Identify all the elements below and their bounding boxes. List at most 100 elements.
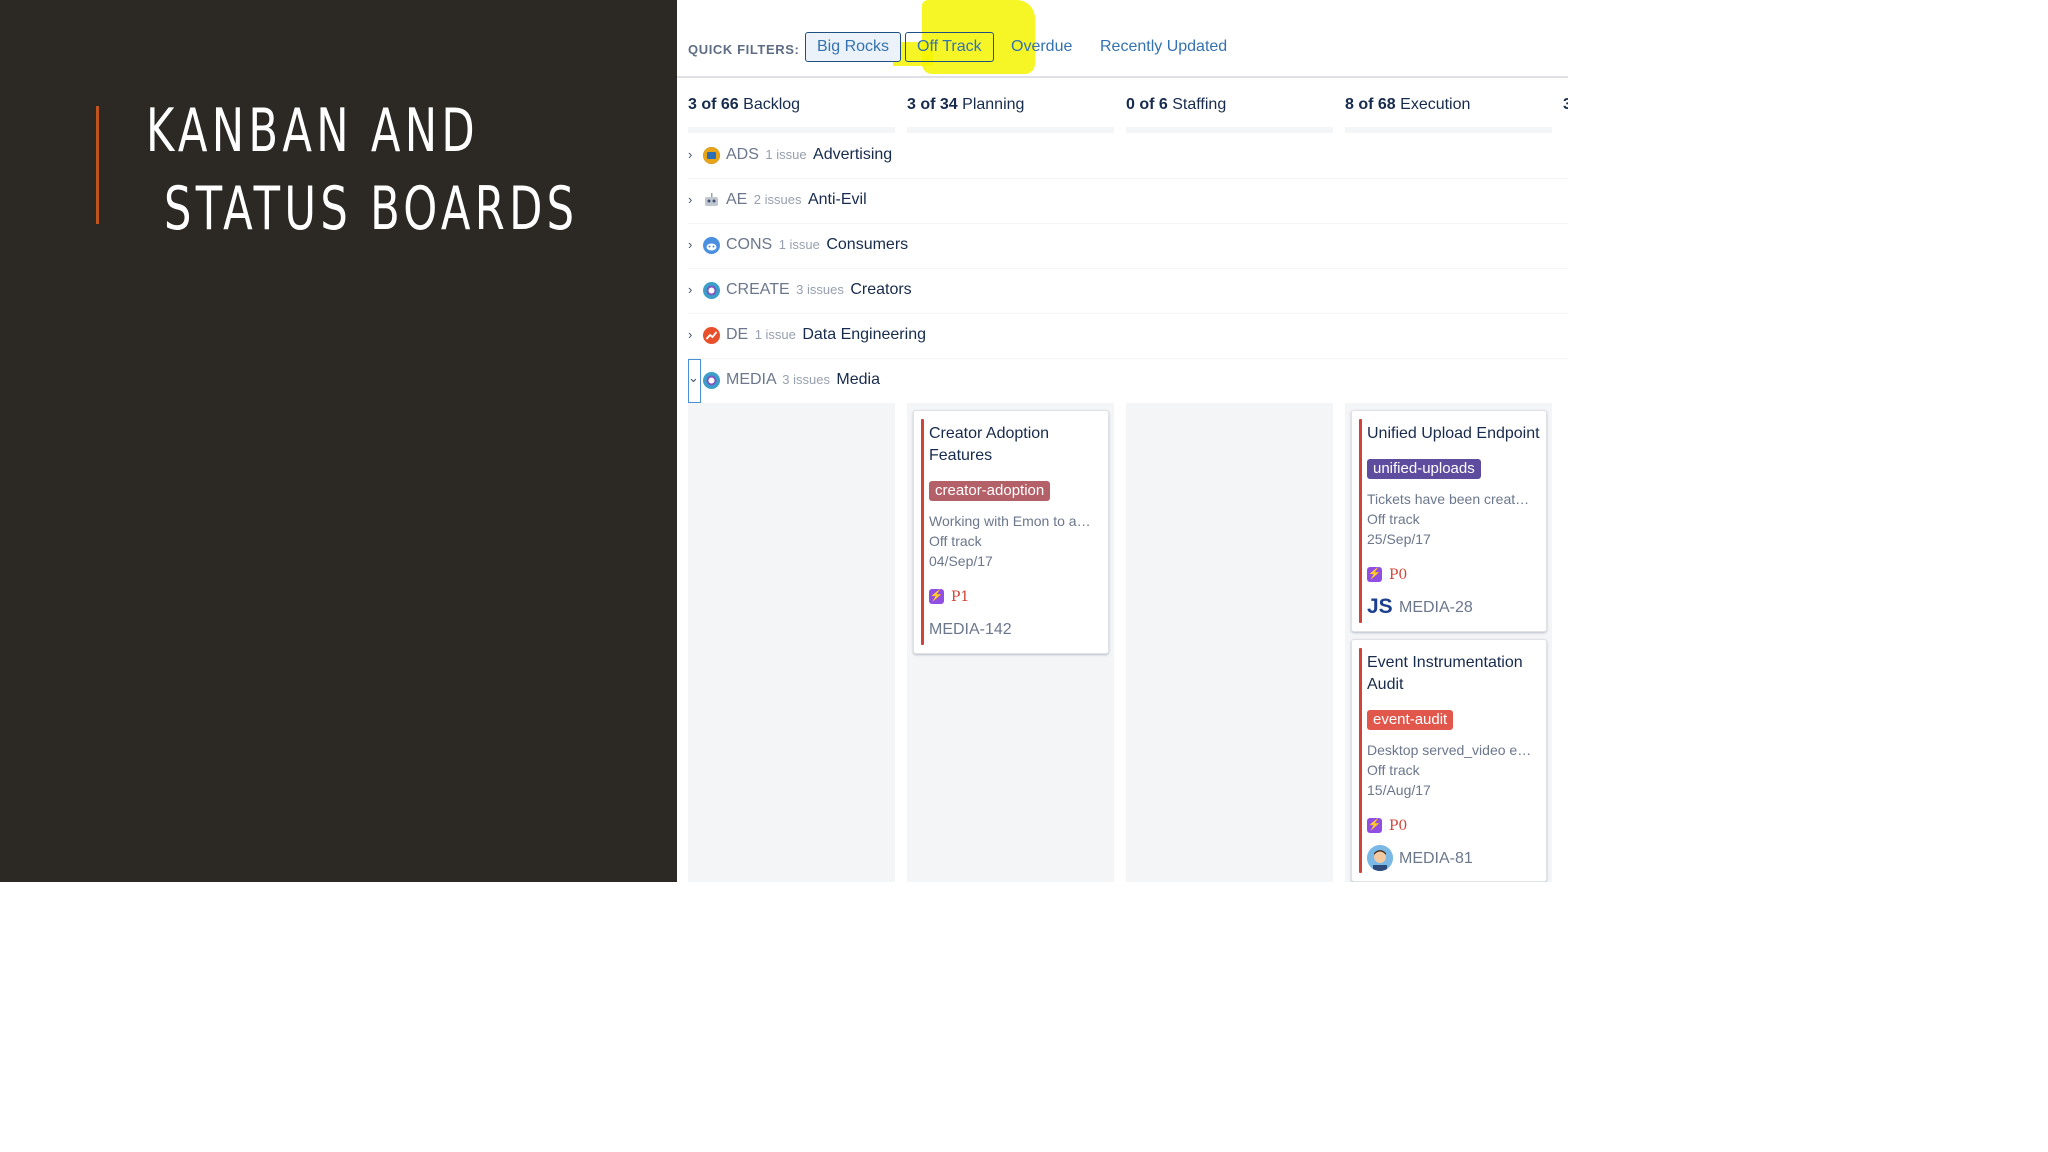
slide-title: KANBAN AND STATUS BOARDS: [146, 96, 579, 244]
project-key: CREATE: [726, 281, 790, 298]
row-divider: [688, 178, 1568, 179]
row-divider: [688, 313, 1568, 314]
column-header-execution[interactable]: 8 of 68 Execution: [1345, 96, 1470, 114]
filter-overdue[interactable]: Overdue: [1011, 38, 1072, 56]
alien-icon: [703, 237, 720, 254]
priority-bar: [1359, 419, 1362, 623]
priority-icon: ⚡: [1367, 818, 1382, 833]
column-staffing-cells: [1126, 403, 1333, 882]
issue-count: 3 issues: [796, 282, 844, 297]
priority-label: P0: [1389, 567, 1408, 583]
column-header-underline: [1345, 127, 1552, 133]
robot-icon: [703, 192, 720, 209]
column-count: 3 of 34: [907, 96, 958, 113]
issue-key[interactable]: MEDIA-28: [1399, 599, 1473, 617]
column-backlog-cells: [688, 403, 895, 882]
project-key: ADS: [726, 146, 759, 163]
column-name: Backlog: [743, 96, 801, 113]
column-count: 8 of 68: [1345, 96, 1396, 113]
column-name: Staffing: [1172, 96, 1227, 113]
issue-card[interactable]: Creator Adoption Features creator-adopti…: [913, 410, 1109, 654]
priority-icon: ⚡: [929, 589, 944, 604]
accent-bar: [96, 106, 99, 224]
swimlane-label: DE 1 issue Data Engineering: [726, 326, 926, 344]
user-face-icon[interactable]: [1367, 845, 1393, 871]
swimlane-label: MEDIA 3 issues Media: [726, 371, 880, 389]
kanban-board: QUICK FILTERS: Big Rocks Off Track Overd…: [677, 0, 1568, 882]
issue-card[interactable]: Event Instrumentation Audit event-audit …: [1351, 639, 1547, 882]
epic-label[interactable]: event-audit: [1367, 710, 1454, 730]
chevron-right-icon[interactable]: ›: [688, 282, 692, 297]
chevron-right-icon[interactable]: ›: [688, 327, 692, 342]
row-divider: [688, 223, 1568, 224]
project-name: Data Engineering: [802, 326, 926, 343]
card-date: 15/Aug/17: [1367, 782, 1431, 798]
issue-count: 1 issue: [765, 147, 807, 162]
chevron-right-icon[interactable]: ›: [688, 147, 692, 162]
epic-label[interactable]: unified-uploads: [1367, 459, 1481, 479]
column-header-planning[interactable]: 3 of 34 Planning: [907, 96, 1024, 114]
chart-icon: [703, 327, 720, 344]
card-status: Off track: [1367, 762, 1420, 778]
issue-key[interactable]: MEDIA-81: [1399, 850, 1473, 868]
card-date: 04/Sep/17: [929, 553, 993, 569]
column-header-staffing[interactable]: 0 of 6 Staffing: [1126, 96, 1226, 114]
swimlane-label: CREATE 3 issues Creators: [726, 281, 912, 299]
chevron-right-icon[interactable]: ›: [688, 237, 692, 252]
epic-label[interactable]: creator-adoption: [929, 481, 1051, 501]
issue-key[interactable]: MEDIA-142: [929, 621, 1012, 639]
swimlane-label: AE 2 issues Anti-Evil: [726, 191, 867, 209]
card-title: Creator Adoption Features: [929, 425, 1050, 464]
card-status: Off track: [1367, 511, 1420, 527]
column-header-underline: [1126, 127, 1333, 133]
project-key: CONS: [726, 236, 773, 253]
project-key: DE: [726, 326, 749, 343]
column-count: 3 of 66: [688, 96, 739, 113]
row-divider: [688, 268, 1568, 269]
header-divider: [677, 76, 1568, 78]
project-name: Anti-Evil: [807, 191, 867, 208]
card-status: Off track: [929, 533, 982, 549]
card-summary: Desktop served_video e…: [1367, 742, 1532, 758]
project-key: MEDIA: [726, 371, 776, 388]
project-name: Consumers: [826, 236, 909, 253]
card-title: Unified Upload Endpoint: [1367, 425, 1540, 442]
column-header-backlog[interactable]: 3 of 66 Backlog: [688, 96, 800, 114]
issue-card[interactable]: Unified Upload Endpoint unified-uploads …: [1351, 410, 1547, 632]
project-name: Media: [836, 371, 880, 388]
column-name: Planning: [962, 96, 1025, 113]
column-count: 3: [1563, 96, 1568, 113]
priority-bar: [921, 419, 924, 645]
column-header-next[interactable]: 3: [1563, 96, 1568, 114]
column-name: Execution: [1400, 96, 1471, 113]
chevron-down-icon[interactable]: ⌄: [688, 370, 699, 386]
quick-filters-bar: QUICK FILTERS: Big Rocks Off Track Overd…: [688, 0, 1568, 77]
issue-count: 2 issues: [753, 192, 802, 207]
chevron-right-icon[interactable]: ›: [688, 192, 692, 207]
assignee-avatar[interactable]: JS: [1367, 595, 1393, 619]
issue-count: 3 issues: [782, 372, 830, 387]
card-date: 25/Sep/17: [1367, 531, 1431, 547]
column-header-underline: [907, 127, 1114, 133]
column-header-underline: [688, 127, 895, 133]
priority-bar: [1359, 648, 1362, 873]
swimlane-label: ADS 1 issue Advertising: [726, 146, 892, 164]
project-key: AE: [726, 191, 748, 208]
swimlane-label: CONS 1 issue Consumers: [726, 236, 908, 254]
priority-label: P0: [1389, 818, 1408, 834]
filter-recently-updated[interactable]: Recently Updated: [1100, 38, 1227, 56]
alien-icon: [703, 282, 720, 299]
column-count: 0 of 6: [1126, 96, 1168, 113]
card-summary: Tickets have been creat…: [1367, 491, 1530, 507]
slide-title-panel: KANBAN AND STATUS BOARDS: [0, 0, 677, 882]
alien-icon: [703, 372, 720, 389]
project-name: Advertising: [813, 146, 893, 163]
priority-icon: ⚡: [1367, 567, 1382, 582]
row-divider: [688, 358, 1568, 359]
card-title: Event Instrumentation Audit: [1367, 654, 1523, 693]
quick-filters-label: QUICK FILTERS:: [688, 42, 800, 57]
filter-big-rocks[interactable]: Big Rocks: [805, 32, 902, 62]
card-summary: Working with Emon to a…: [929, 513, 1091, 529]
filter-off-track[interactable]: Off Track: [905, 32, 994, 62]
priority-label: P1: [951, 589, 970, 605]
